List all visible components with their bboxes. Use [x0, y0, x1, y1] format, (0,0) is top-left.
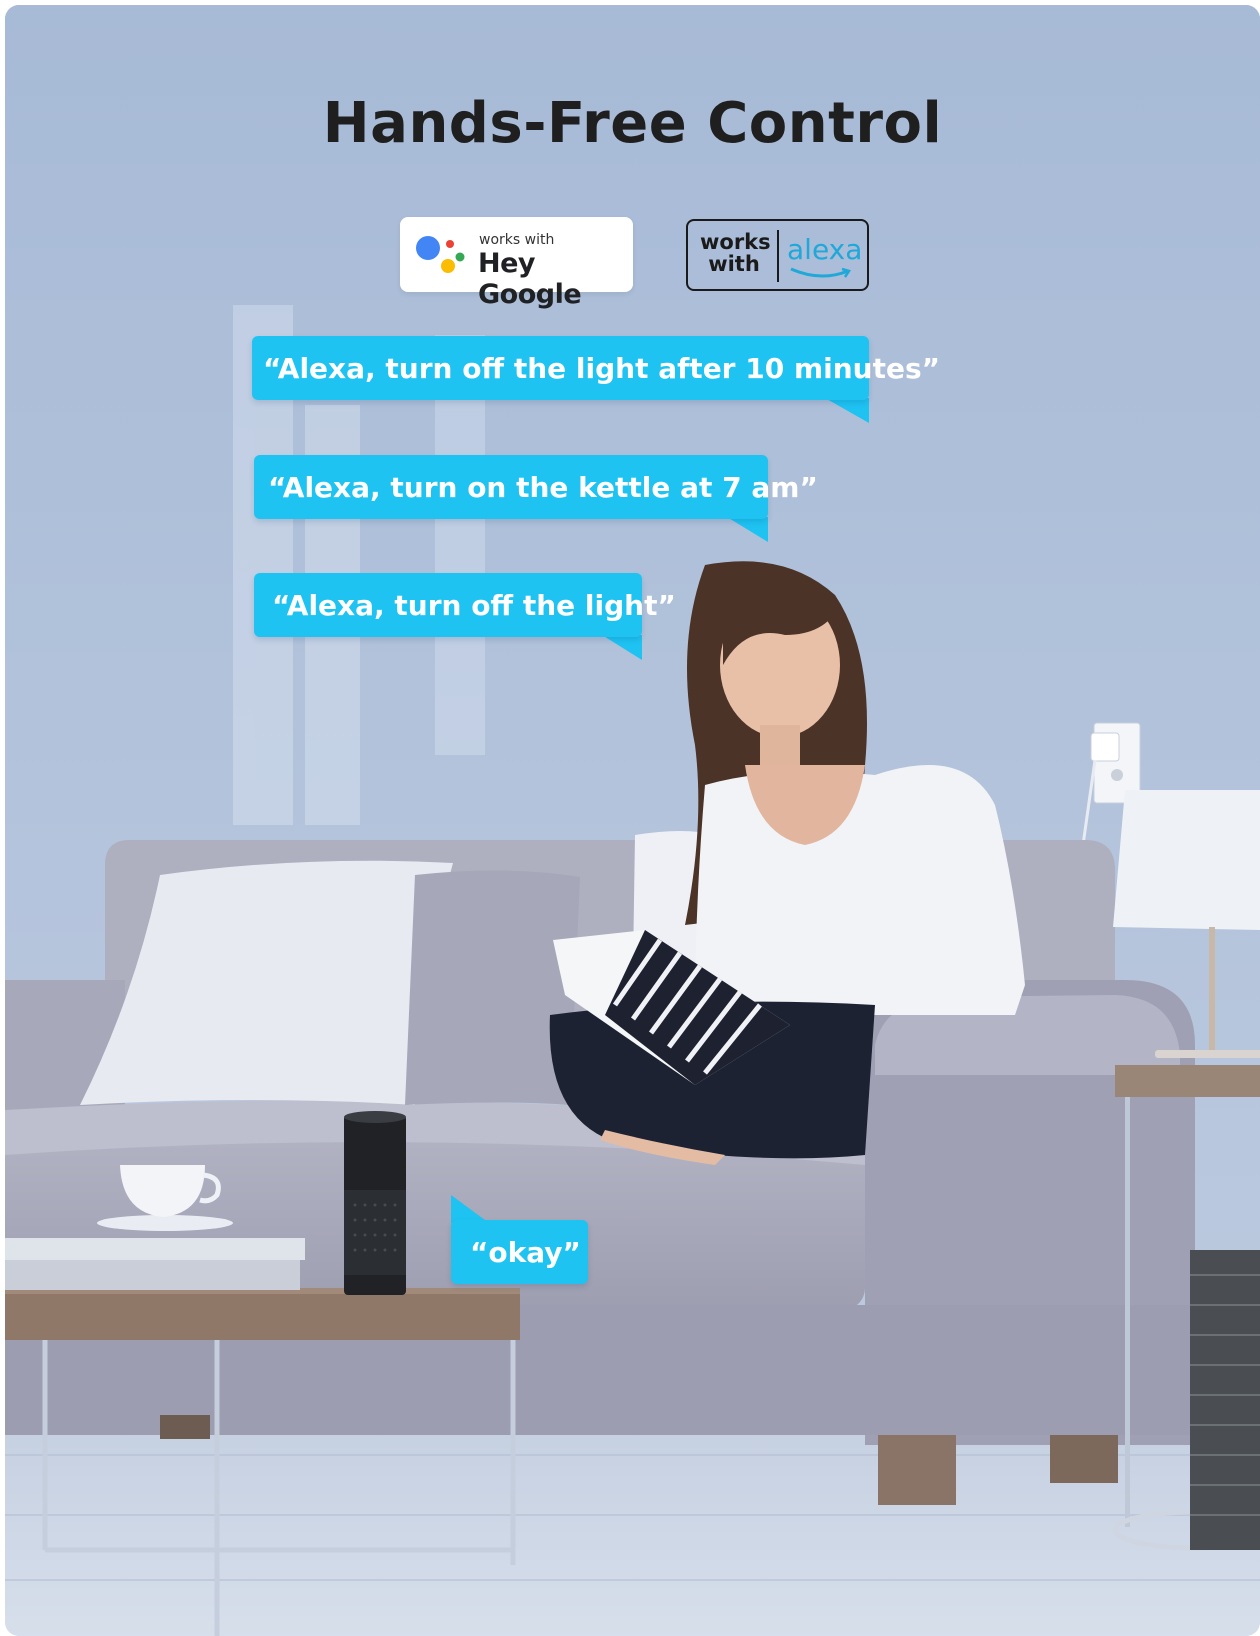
speech-bubble: “Alexa, turn off the light”	[254, 573, 676, 637]
speech-bubble: “Alexa, turn off the light after 10 minu…	[252, 336, 940, 400]
pillow-grey	[405, 870, 580, 1105]
stacked-books	[5, 1238, 305, 1290]
smart-speaker	[344, 1111, 406, 1295]
page-title: Hands-Free Control	[322, 91, 943, 156]
alexa-logo-text: alexa	[787, 233, 863, 266]
alexa-smile-icon	[790, 267, 851, 278]
speaker-reply-bubble: “okay”	[451, 1220, 588, 1284]
badge-brand-text: Hey Google	[478, 248, 582, 310]
product-image-frame: Hands-Free Control works with Hey Google…	[5, 5, 1260, 1636]
badge-works-with-text: works with	[700, 230, 771, 276]
works-with-hey-google-badge: works with Hey Google	[400, 217, 633, 310]
badge-small-text: works with	[479, 232, 555, 248]
speech-bubble: “Alexa, turn on the kettle at 7 am”	[254, 455, 818, 519]
badge-divider	[777, 230, 779, 282]
works-with-alexa-badge: works with alexa	[686, 219, 869, 291]
wicker-basket	[1190, 1250, 1260, 1550]
google-assistant-icon	[416, 236, 465, 273]
